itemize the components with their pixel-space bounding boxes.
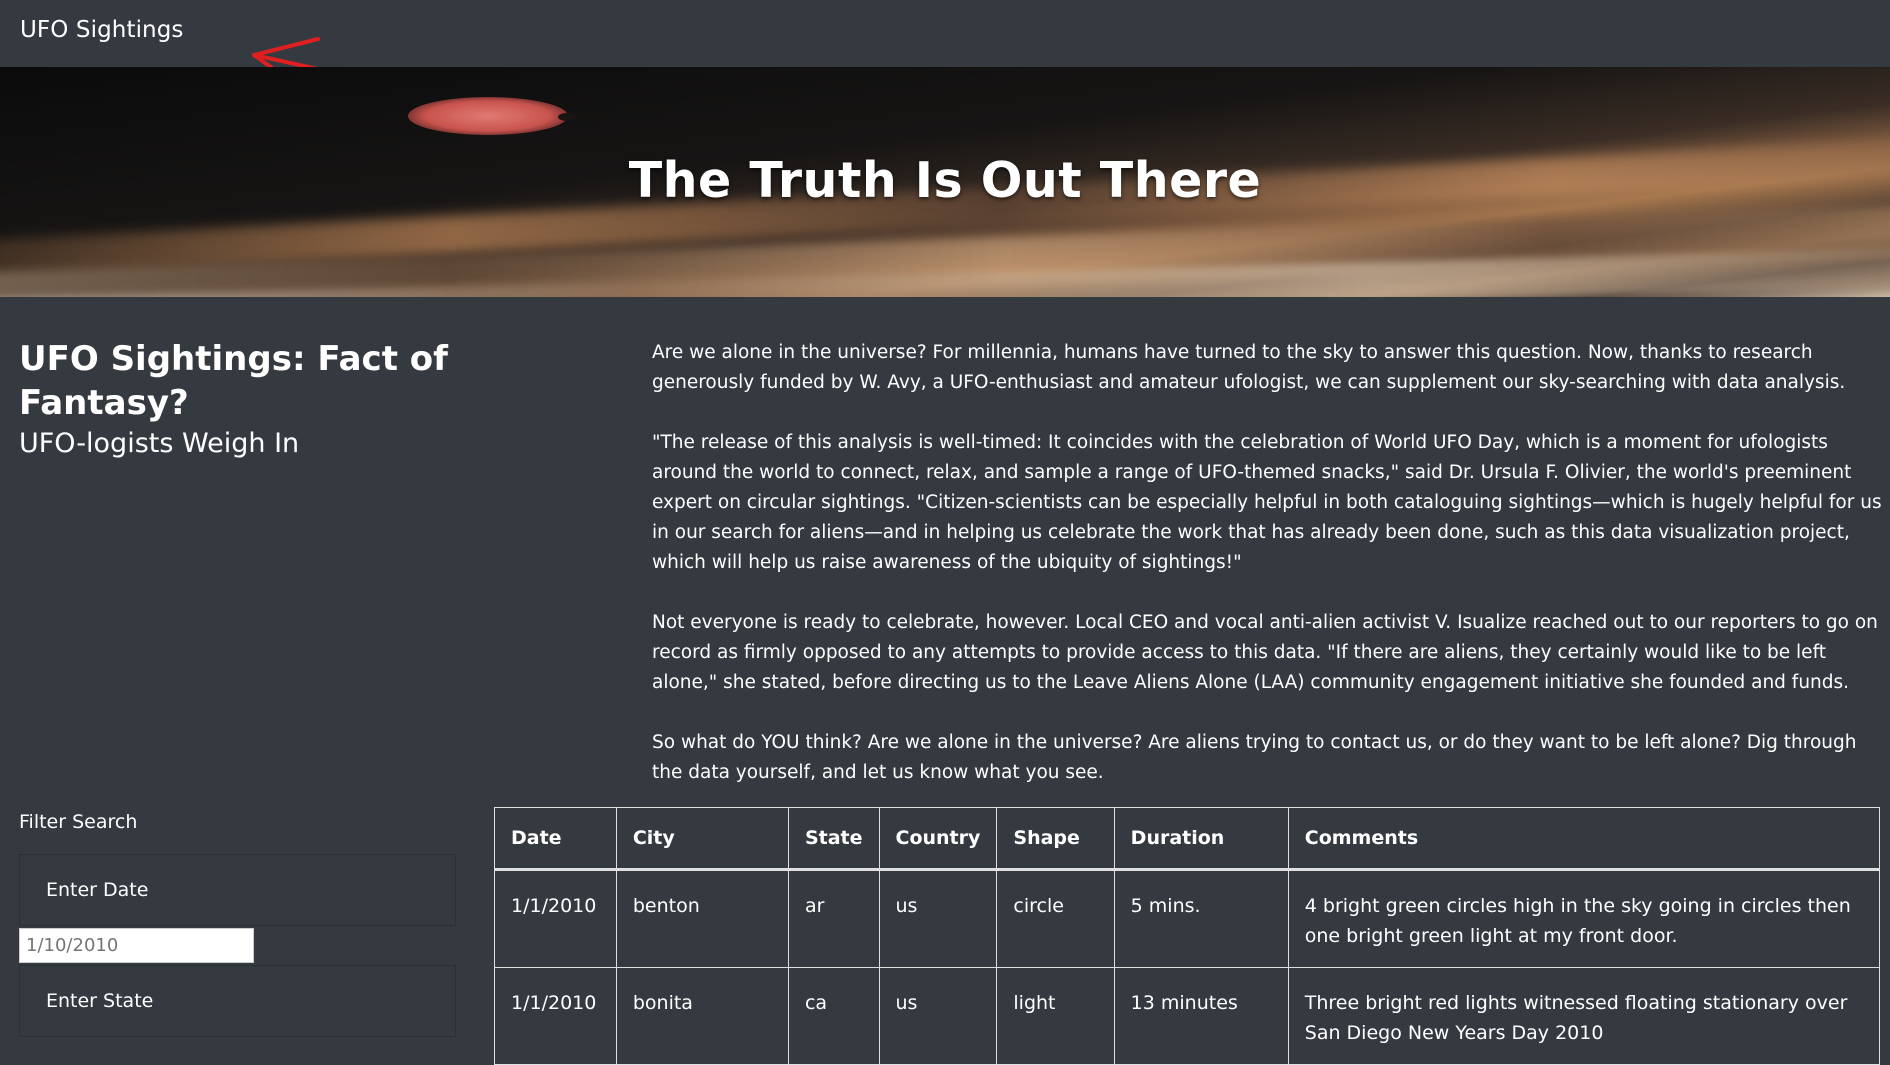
page-title: UFO Sightings: Fact of Fantasy? xyxy=(19,339,448,423)
date-filter-label: Enter Date xyxy=(19,854,456,926)
page-subtitle: UFO-logists Weigh In xyxy=(19,428,300,459)
red-planet-image xyxy=(408,97,568,135)
hero-banner: The Truth Is Out There xyxy=(0,67,1890,297)
cell-duration: 5 mins. xyxy=(1113,869,1289,968)
article-paragraph: So what do YOU think? Are we alone in th… xyxy=(652,732,1857,783)
column-header-date: Date xyxy=(494,807,617,871)
cell-city: bonita xyxy=(615,967,789,1065)
moon-image xyxy=(558,113,576,121)
hero-title: The Truth Is Out There xyxy=(628,152,1262,209)
cell-comments: Three bright red lights witnessed floati… xyxy=(1287,967,1881,1065)
cell-date: 1/1/2010 xyxy=(494,967,617,1065)
cell-date: 1/1/2010 xyxy=(494,869,617,968)
ufo-sightings-table: Date City State Country Shape Duration C… xyxy=(494,807,1881,1065)
navbar-brand-link[interactable]: UFO Sightings xyxy=(20,17,184,43)
column-header-country: Country xyxy=(878,807,998,871)
cell-country: us xyxy=(878,869,998,968)
filter-title: Filter Search xyxy=(19,811,138,833)
column-header-shape: Shape xyxy=(996,807,1115,871)
intro-headings: UFO Sightings: Fact of Fantasy? UFO-logi… xyxy=(19,337,619,463)
state-filter-label-text: Enter State xyxy=(46,990,154,1012)
cell-state: ar xyxy=(787,869,880,968)
article-paragraph: Not everyone is ready to celebrate, howe… xyxy=(652,612,1878,693)
column-header-comments: Comments xyxy=(1287,807,1881,871)
cell-shape: light xyxy=(996,967,1115,1065)
ufo-table-container: Date City State Country Shape Duration C… xyxy=(494,807,1881,1065)
table-row: 1/1/2010 bonita ca us light 13 minutes T… xyxy=(494,967,1881,1065)
article-paragraph: "The release of this analysis is well-ti… xyxy=(652,432,1882,573)
column-header-state: State xyxy=(787,807,880,871)
filter-panel: Filter Search Enter Date Enter State xyxy=(19,808,459,1037)
cell-state: ca xyxy=(787,967,880,1065)
cell-comments: 4 bright green circles high in the sky g… xyxy=(1287,869,1881,968)
column-header-city: City xyxy=(615,807,789,871)
state-filter-label: Enter State xyxy=(19,965,456,1037)
article-body: Are we alone in the universe? For millen… xyxy=(652,338,1884,818)
cell-shape: circle xyxy=(996,869,1115,968)
cell-duration: 13 minutes xyxy=(1113,967,1289,1065)
table-row: 1/1/2010 benton ar us circle 5 mins. 4 b… xyxy=(494,869,1881,968)
date-filter-label-text: Enter Date xyxy=(46,879,149,901)
table-header-row: Date City State Country Shape Duration C… xyxy=(494,807,1881,871)
column-header-duration: Duration xyxy=(1113,807,1289,871)
article-paragraph: Are we alone in the universe? For millen… xyxy=(652,342,1846,393)
date-filter-input[interactable] xyxy=(19,928,254,963)
cell-country: us xyxy=(878,967,998,1065)
cell-city: benton xyxy=(615,869,789,968)
